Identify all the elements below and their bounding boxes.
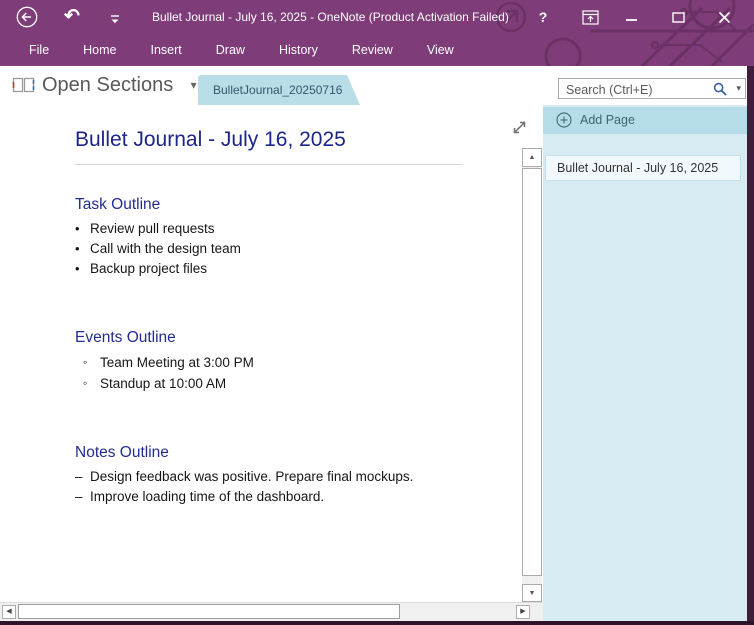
section-tab-bulletjournal[interactable]: BulletJournal_20250716 xyxy=(198,75,360,105)
ribbon-tab-view[interactable]: View xyxy=(410,35,471,66)
section-heading[interactable]: Notes Outline xyxy=(75,444,480,462)
horizontal-scrollbar-thumb[interactable] xyxy=(18,604,400,619)
page-title[interactable]: Bullet Journal - July 16, 2025 xyxy=(75,128,463,165)
full-page-view-button[interactable] xyxy=(510,118,530,138)
page-body: Task Outline•Review pull requests•Call w… xyxy=(75,196,480,506)
search-input[interactable] xyxy=(564,80,708,99)
horizontal-scrollbar[interactable]: ◀ ▶ xyxy=(0,602,543,621)
window-border-right xyxy=(747,66,754,625)
ribbon-tab-draw[interactable]: Draw xyxy=(199,35,262,66)
open-sections-dropdown[interactable]: Open Sections ▾ xyxy=(42,66,197,105)
note-list: •Review pull requests•Call with the desi… xyxy=(75,219,480,279)
chevron-down-icon: ▾ xyxy=(191,78,197,92)
minimize-button[interactable] xyxy=(616,0,648,35)
vertical-scrollbar-thumb[interactable] xyxy=(522,168,542,576)
maximize-icon xyxy=(672,12,685,23)
bullet-glyph: • xyxy=(75,219,90,239)
close-button[interactable] xyxy=(708,0,740,35)
bullet-glyph: • xyxy=(75,259,90,279)
quick-access-customize-button[interactable] xyxy=(110,12,120,22)
undo-button[interactable]: ↶ xyxy=(60,3,84,31)
note-item[interactable]: •Backup project files xyxy=(75,259,480,279)
note-section: Task Outline•Review pull requests•Call w… xyxy=(75,196,480,279)
search-box: ▾ xyxy=(558,78,746,99)
back-icon xyxy=(16,6,38,28)
note-item-text: Standup at 10:00 AM xyxy=(100,373,226,394)
vertical-scrollbar[interactable]: ▲ ▼ xyxy=(522,148,542,602)
ribbon-tab-history[interactable]: History xyxy=(262,35,335,66)
close-icon xyxy=(718,11,731,24)
note-item[interactable]: ◦Standup at 10:00 AM xyxy=(83,373,480,394)
triangle-left-icon: ◀ xyxy=(6,608,11,615)
search-icon[interactable] xyxy=(713,82,727,101)
note-list: –Design feedback was positive. Prepare f… xyxy=(75,467,480,506)
ribbon-tab-review[interactable]: Review xyxy=(335,35,410,66)
note-item-text: Backup project files xyxy=(90,259,207,279)
scroll-down-button[interactable]: ▼ xyxy=(522,584,542,602)
note-item[interactable]: –Improve loading time of the dashboard. xyxy=(75,487,480,507)
note-section: Events Outline ◦Team Meeting at 3:00 PM◦S… xyxy=(75,329,480,394)
add-page-label: Add Page xyxy=(580,107,635,134)
note-item-text: Call with the design team xyxy=(90,239,241,259)
undo-icon: ↶ xyxy=(64,6,80,27)
triangle-right-icon: ▶ xyxy=(520,608,525,615)
page-canvas[interactable]: Bullet Journal - July 16, 2025 Task Outl… xyxy=(0,105,543,602)
page-content: Bullet Journal - July 16, 2025 Task Outl… xyxy=(75,128,480,506)
window-border-bottom xyxy=(0,621,754,625)
help-button[interactable]: ? xyxy=(532,0,554,35)
ribbon-display-options-icon xyxy=(582,10,599,25)
note-section: Notes Outline –Design feedback was positi… xyxy=(75,444,480,506)
add-page-plus-icon xyxy=(556,112,572,133)
back-button[interactable] xyxy=(16,6,38,28)
page-list-item[interactable]: Bullet Journal - July 16, 2025 xyxy=(545,155,741,181)
scroll-right-button[interactable]: ▶ xyxy=(516,605,530,619)
note-item[interactable]: •Review pull requests xyxy=(75,219,480,239)
bullet-glyph: ◦ xyxy=(83,373,100,394)
note-item-text: Improve loading time of the dashboard. xyxy=(90,487,324,507)
page-list-sidebar: Add Page Bullet Journal - July 16, 2025 xyxy=(543,105,747,621)
note-item-text: Design feedback was positive. Prepare fi… xyxy=(90,467,413,487)
help-icon: ? xyxy=(539,9,548,25)
triangle-up-icon: ▲ xyxy=(529,154,536,161)
note-item[interactable]: –Design feedback was positive. Prepare f… xyxy=(75,467,480,487)
scroll-left-button[interactable]: ◀ xyxy=(2,605,16,619)
ribbon-tab-insert[interactable]: Insert xyxy=(134,35,199,66)
titlebar: ↶ Bullet Journal - July 16, 2025 - OneNo… xyxy=(0,0,754,66)
onenote-window: ↶ Bullet Journal - July 16, 2025 - OneNo… xyxy=(0,0,754,625)
triangle-down-icon: ▼ xyxy=(529,590,536,597)
maximize-button[interactable] xyxy=(662,0,694,35)
bullet-glyph: • xyxy=(75,239,90,259)
note-item-text: Team Meeting at 3:00 PM xyxy=(100,352,254,373)
ribbon-tab-home[interactable]: Home xyxy=(66,35,133,66)
bullet-glyph: ◦ xyxy=(83,352,100,373)
minimize-icon xyxy=(626,12,638,24)
ribbon-tab-file[interactable]: File xyxy=(12,35,66,66)
add-page-button[interactable]: Add Page xyxy=(543,107,747,134)
section-heading[interactable]: Task Outline xyxy=(75,196,480,214)
bullet-glyph: – xyxy=(75,467,90,487)
window-title: Bullet Journal - July 16, 2025 - OneNote… xyxy=(152,0,509,35)
expand-diagonal-icon xyxy=(510,118,529,137)
scroll-up-button[interactable]: ▲ xyxy=(522,148,542,167)
ribbon-display-options-button[interactable] xyxy=(574,0,606,35)
open-sections-label: Open Sections xyxy=(42,74,173,96)
customize-toolbar-icon xyxy=(110,15,120,25)
ribbon-tab-bar: FileHomeInsertDrawHistoryReviewView xyxy=(0,35,754,66)
note-item-text: Review pull requests xyxy=(90,219,215,239)
navigation-bar: Open Sections ▾ BulletJournal_20250716 ▾ xyxy=(0,66,754,105)
section-heading[interactable]: Events Outline xyxy=(75,329,480,347)
search-scope-dropdown-icon[interactable]: ▾ xyxy=(736,79,741,98)
note-list: ◦Team Meeting at 3:00 PM◦Standup at 10:0… xyxy=(75,352,480,394)
note-item[interactable]: •Call with the design team xyxy=(75,239,480,259)
notebook-icon xyxy=(12,76,35,100)
bullet-glyph: – xyxy=(75,487,90,507)
pages-list: Bullet Journal - July 16, 2025 xyxy=(545,155,741,185)
note-item[interactable]: ◦Team Meeting at 3:00 PM xyxy=(83,352,480,373)
